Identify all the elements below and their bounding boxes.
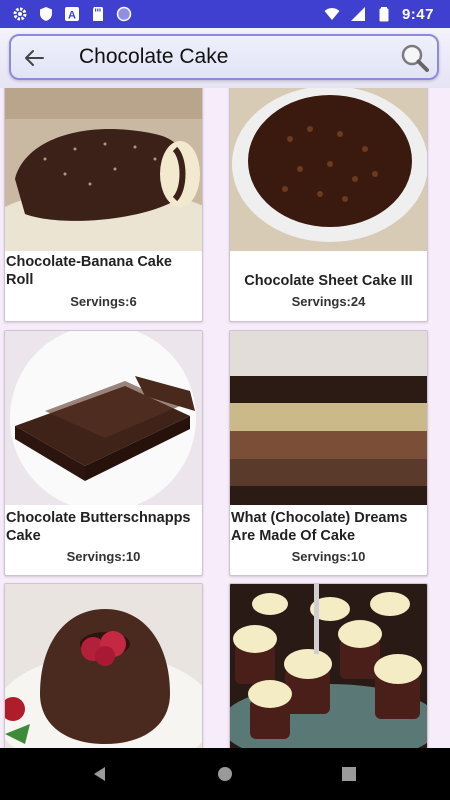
- app-a-icon: A: [65, 7, 79, 22]
- recipe-image: [230, 584, 427, 748]
- recipe-card[interactable]: Chocolate Butterschnapps Cake Servings:1…: [4, 330, 203, 576]
- recipe-servings: Servings:10: [66, 549, 141, 564]
- back-arrow-icon[interactable]: [21, 45, 47, 71]
- recipe-card[interactable]: [4, 583, 203, 748]
- navigation-bar: [0, 748, 450, 800]
- recipe-card[interactable]: Chocolate Sheet Cake III Servings:24: [229, 88, 428, 322]
- recipe-grid[interactable]: Chocolate-Banana Cake Roll Servings:6 Ch…: [0, 88, 450, 748]
- recipe-title: Chocolate Sheet Cake III: [244, 273, 413, 289]
- status-time: 9:47: [401, 5, 434, 23]
- search-magnifier-icon[interactable]: [399, 42, 431, 74]
- settings-gear-icon: [13, 7, 27, 21]
- recipe-title: What (Chocolate) Dreams Are Made Of Cake: [231, 510, 408, 544]
- cell-signal-icon: [350, 7, 365, 21]
- recipe-card[interactable]: What (Chocolate) Dreams Are Made Of Cake…: [229, 330, 428, 576]
- nav-home-icon[interactable]: [215, 764, 235, 784]
- recipe-image: [230, 88, 427, 251]
- sd-card-icon: [93, 7, 103, 21]
- search-box: Chocolate Cake: [9, 34, 439, 80]
- recipe-image: [230, 331, 427, 505]
- battery-icon: [379, 7, 389, 22]
- shield-icon: [40, 7, 52, 21]
- nav-back-icon[interactable]: [90, 764, 110, 784]
- recipe-title: Chocolate Butterschnapps Cake: [6, 510, 191, 544]
- recipe-servings: Servings:24: [291, 294, 366, 309]
- search-header: Chocolate Cake: [0, 28, 450, 88]
- nav-recents-icon[interactable]: [339, 764, 359, 784]
- recipe-card[interactable]: [229, 583, 428, 748]
- recipe-image: [5, 331, 202, 505]
- recipe-servings: Servings:10: [291, 549, 366, 564]
- search-input[interactable]: Chocolate Cake: [79, 45, 228, 69]
- recipe-servings: Servings:6: [70, 294, 137, 309]
- svg-text:A: A: [68, 10, 76, 22]
- recipe-image: [5, 584, 202, 748]
- recipe-card[interactable]: Chocolate-Banana Cake Roll Servings:6: [4, 88, 203, 322]
- wifi-icon: [324, 8, 340, 20]
- recipe-image: [5, 88, 202, 251]
- status-bar: A 9:47: [0, 0, 450, 28]
- recipe-title: Chocolate-Banana Cake Roll: [6, 254, 172, 288]
- circle-sync-icon: [116, 6, 132, 22]
